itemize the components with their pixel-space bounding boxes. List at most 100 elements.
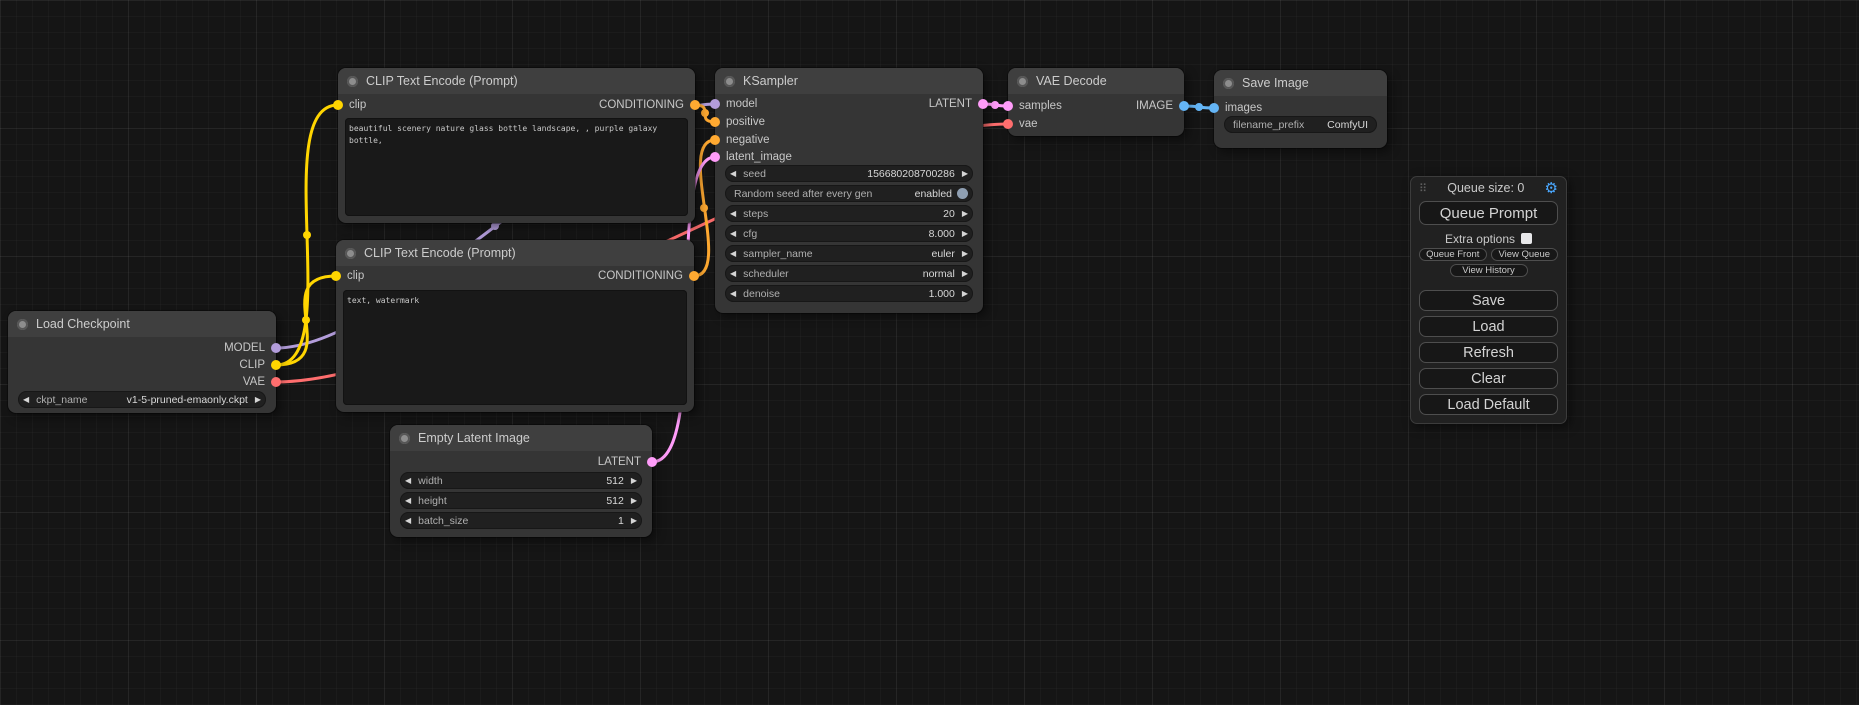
increment-arrow-icon[interactable]: ▶: [962, 230, 968, 238]
image-slot-dot[interactable]: [1179, 101, 1189, 111]
output-slot-conditioning[interactable]: CONDITIONING: [598, 269, 699, 283]
positive-prompt-textarea[interactable]: beautiful scenery nature glass bottle la…: [345, 118, 688, 216]
collapse-dot-icon[interactable]: [347, 76, 358, 87]
latent-slot-dot[interactable]: [1003, 101, 1013, 111]
vae-slot-dot[interactable]: [1003, 119, 1013, 129]
collapse-dot-icon[interactable]: [399, 433, 410, 444]
clear-button[interactable]: Clear: [1419, 368, 1558, 389]
node-title-bar[interactable]: CLIP Text Encode (Prompt): [338, 68, 695, 94]
node-title-bar[interactable]: Empty Latent Image: [390, 425, 652, 451]
scheduler-widget[interactable]: ◀ scheduler normal ▶: [725, 265, 973, 282]
input-slot-samples[interactable]: samples: [1003, 99, 1062, 113]
latent-slot-dot[interactable]: [710, 152, 720, 162]
image-slot-dot[interactable]: [1209, 103, 1219, 113]
batch-size-widget[interactable]: ◀ batch_size 1 ▶: [400, 512, 642, 529]
output-slot-latent[interactable]: LATENT: [598, 455, 657, 469]
negative-prompt-textarea[interactable]: text, watermark: [343, 290, 687, 405]
sampler-name-widget[interactable]: ◀ sampler_name euler ▶: [725, 245, 973, 262]
decrement-arrow-icon[interactable]: ◀: [23, 396, 29, 404]
vae-slot-dot[interactable]: [271, 377, 281, 387]
increment-arrow-icon[interactable]: ▶: [255, 396, 261, 404]
collapse-dot-icon[interactable]: [724, 76, 735, 87]
steps-widget[interactable]: ◀ steps 20 ▶: [725, 205, 973, 222]
output-slot-vae[interactable]: VAE: [243, 375, 281, 389]
output-slot-image[interactable]: IMAGE: [1136, 99, 1189, 113]
queue-front-button[interactable]: Queue Front: [1419, 248, 1487, 261]
node-title-bar[interactable]: CLIP Text Encode (Prompt): [336, 240, 694, 266]
load-button[interactable]: Load: [1419, 316, 1558, 337]
model-slot-dot[interactable]: [271, 343, 281, 353]
increment-arrow-icon[interactable]: ▶: [962, 290, 968, 298]
increment-arrow-icon[interactable]: ▶: [962, 270, 968, 278]
decrement-arrow-icon[interactable]: ◀: [730, 250, 736, 258]
save-button[interactable]: Save: [1419, 290, 1558, 311]
node-clip-text-encode-negative[interactable]: CLIP Text Encode (Prompt) clip CONDITION…: [336, 240, 694, 412]
node-title-bar[interactable]: KSampler: [715, 68, 983, 94]
conditioning-slot-dot[interactable]: [710, 117, 720, 127]
conditioning-slot-dot[interactable]: [689, 271, 699, 281]
node-title-bar[interactable]: VAE Decode: [1008, 68, 1184, 94]
latent-slot-dot[interactable]: [647, 457, 657, 467]
denoise-widget[interactable]: ◀ denoise 1.000 ▶: [725, 285, 973, 302]
conditioning-slot-dot[interactable]: [690, 100, 700, 110]
input-slot-vae[interactable]: vae: [1003, 117, 1038, 131]
width-widget[interactable]: ◀ width 512 ▶: [400, 472, 642, 489]
cfg-widget[interactable]: ◀ cfg 8.000 ▶: [725, 225, 973, 242]
latent-slot-dot[interactable]: [978, 99, 988, 109]
height-widget[interactable]: ◀ height 512 ▶: [400, 492, 642, 509]
view-history-button[interactable]: View History: [1450, 264, 1528, 277]
increment-arrow-icon[interactable]: ▶: [962, 210, 968, 218]
input-slot-model[interactable]: model: [710, 97, 757, 111]
seed-widget[interactable]: ◀ seed 156680208700286 ▶: [725, 165, 973, 182]
random-seed-toggle-widget[interactable]: Random seed after every gen enabled: [725, 185, 973, 202]
clip-slot-dot[interactable]: [333, 100, 343, 110]
input-slot-images[interactable]: images: [1209, 101, 1262, 115]
output-slot-clip[interactable]: CLIP: [239, 358, 281, 372]
filename-prefix-widget[interactable]: filename_prefix ComfyUI: [1224, 116, 1377, 133]
node-title-bar[interactable]: Load Checkpoint: [8, 311, 276, 337]
input-slot-negative[interactable]: negative: [710, 133, 769, 147]
node-clip-text-encode-positive[interactable]: CLIP Text Encode (Prompt) clip CONDITION…: [338, 68, 695, 223]
clip-slot-dot[interactable]: [331, 271, 341, 281]
node-vae-decode[interactable]: VAE Decode samples vae IMAGE: [1008, 68, 1184, 136]
decrement-arrow-icon[interactable]: ◀: [730, 290, 736, 298]
output-slot-latent[interactable]: LATENT: [929, 97, 988, 111]
model-slot-dot[interactable]: [710, 99, 720, 109]
decrement-arrow-icon[interactable]: ◀: [730, 230, 736, 238]
decrement-arrow-icon[interactable]: ◀: [405, 477, 411, 485]
input-slot-clip[interactable]: clip: [333, 98, 366, 112]
input-slot-latent-image[interactable]: latent_image: [710, 150, 792, 164]
node-empty-latent-image[interactable]: Empty Latent Image LATENT ◀ width 512 ▶ …: [390, 425, 652, 537]
increment-arrow-icon[interactable]: ▶: [962, 170, 968, 178]
node-load-checkpoint[interactable]: Load Checkpoint MODEL CLIP VAE ◀ ckpt_na…: [8, 311, 276, 413]
view-queue-button[interactable]: View Queue: [1491, 248, 1559, 261]
settings-gear-icon[interactable]: ⚙: [1545, 179, 1558, 197]
decrement-arrow-icon[interactable]: ◀: [730, 210, 736, 218]
collapse-dot-icon[interactable]: [1223, 78, 1234, 89]
ckpt-name-widget[interactable]: ◀ ckpt_name v1-5-pruned-emaonly.ckpt ▶: [18, 391, 266, 408]
node-title-bar[interactable]: Save Image: [1214, 70, 1387, 96]
output-slot-conditioning[interactable]: CONDITIONING: [599, 98, 700, 112]
collapse-dot-icon[interactable]: [17, 319, 28, 330]
increment-arrow-icon[interactable]: ▶: [962, 250, 968, 258]
drag-handle-icon[interactable]: ⠿: [1419, 182, 1427, 195]
increment-arrow-icon[interactable]: ▶: [631, 477, 637, 485]
queue-prompt-button[interactable]: Queue Prompt: [1419, 201, 1558, 225]
increment-arrow-icon[interactable]: ▶: [631, 517, 637, 525]
node-ksampler[interactable]: KSampler model positive negative latent_…: [715, 68, 983, 313]
clip-slot-dot[interactable]: [271, 360, 281, 370]
conditioning-slot-dot[interactable]: [710, 135, 720, 145]
extra-options-checkbox[interactable]: [1521, 233, 1532, 244]
load-default-button[interactable]: Load Default: [1419, 394, 1558, 415]
refresh-button[interactable]: Refresh: [1419, 342, 1558, 363]
decrement-arrow-icon[interactable]: ◀: [405, 517, 411, 525]
input-slot-clip[interactable]: clip: [331, 269, 364, 283]
output-slot-model[interactable]: MODEL: [224, 341, 281, 355]
collapse-dot-icon[interactable]: [1017, 76, 1028, 87]
toggle-knob[interactable]: [957, 188, 968, 199]
decrement-arrow-icon[interactable]: ◀: [405, 497, 411, 505]
decrement-arrow-icon[interactable]: ◀: [730, 270, 736, 278]
collapse-dot-icon[interactable]: [345, 248, 356, 259]
node-save-image[interactable]: Save Image images filename_prefix ComfyU…: [1214, 70, 1387, 148]
input-slot-positive[interactable]: positive: [710, 115, 765, 129]
